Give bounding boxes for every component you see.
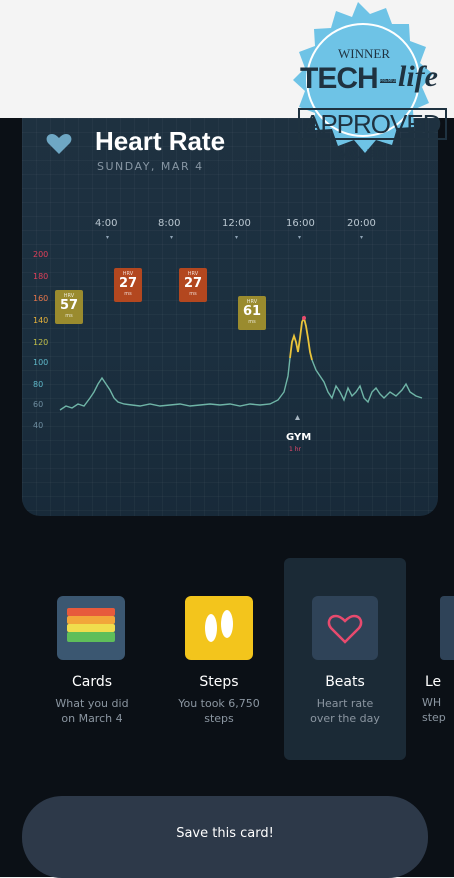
gym-annotation: GYM — [286, 432, 312, 443]
hrv-unit: ms — [248, 319, 256, 325]
hrv-value: 27 — [183, 276, 203, 291]
hrv-key: HRV — [63, 293, 75, 299]
hrv-value: 27 — [118, 276, 138, 291]
hrv-key: HRV — [246, 299, 258, 305]
hrv-unit: ms — [65, 313, 73, 319]
hrv-tag[interactable]: HRV 27 ms — [114, 268, 142, 302]
hrv-unit: ms — [124, 291, 132, 297]
badge-award: AWARD — [338, 146, 385, 161]
y-axis-label: 40 — [33, 421, 44, 430]
y-axis-label: 180 — [33, 272, 49, 281]
y-axis-label: 100 — [33, 358, 49, 367]
time-tick — [106, 236, 109, 239]
peak-marker — [302, 316, 306, 320]
badge-brand-middle: PREMIUM — [380, 78, 399, 83]
tile-subtitle: over the day — [310, 712, 380, 725]
heart-rate-line — [59, 357, 291, 411]
tile-subtitle: WH — [422, 696, 442, 709]
tile-partial-icon — [440, 596, 454, 660]
hrv-key: HRV — [122, 271, 134, 277]
tile-subtitle: step — [422, 711, 446, 724]
time-tick — [298, 236, 301, 239]
footprints-icon — [185, 596, 253, 660]
hrv-unit: ms — [189, 291, 197, 297]
hrv-tag[interactable]: HRV 27 ms — [179, 268, 207, 302]
badge-brand-life: life — [398, 60, 438, 93]
y-axis-label: 160 — [33, 294, 49, 303]
hrv-key: HRV — [187, 271, 199, 277]
y-axis-label: 80 — [33, 380, 44, 389]
time-tick — [170, 236, 173, 239]
award-badge — [293, 2, 433, 153]
heart-rate-peak — [289, 315, 313, 361]
gym-duration: 1 hr — [289, 446, 301, 453]
y-axis-label: 120 — [33, 338, 49, 347]
tile-title: Le — [425, 674, 442, 690]
cards-icon — [57, 596, 125, 660]
time-tick — [235, 236, 238, 239]
badge-winner: WINNER — [338, 46, 390, 61]
badge-approved: APPROVED — [298, 108, 447, 140]
hrv-value: 57 — [59, 298, 79, 313]
save-card-label: Save this card! — [176, 826, 274, 841]
hrv-tag[interactable]: HRV 61 ms — [238, 296, 266, 330]
y-axis-label: 140 — [33, 316, 49, 325]
badge-brand-tech: TECH — [300, 62, 379, 95]
y-axis-label: 60 — [33, 400, 44, 409]
tile-title: Beats — [325, 674, 365, 690]
tile-subtitle: Heart rate — [316, 697, 374, 710]
heart-outline-icon — [312, 596, 378, 660]
hrv-value: 61 — [242, 304, 262, 319]
time-tick — [360, 236, 363, 239]
tile-beats[interactable]: Beats Heart rate over the day — [284, 558, 406, 760]
hrv-tag[interactable]: HRV 57 ms — [55, 290, 83, 324]
y-axis-label: 200 — [33, 250, 49, 259]
save-card-button[interactable]: Save this card! — [22, 796, 428, 878]
heart-rate-line — [311, 359, 423, 404]
gym-marker-triangle — [295, 415, 300, 420]
